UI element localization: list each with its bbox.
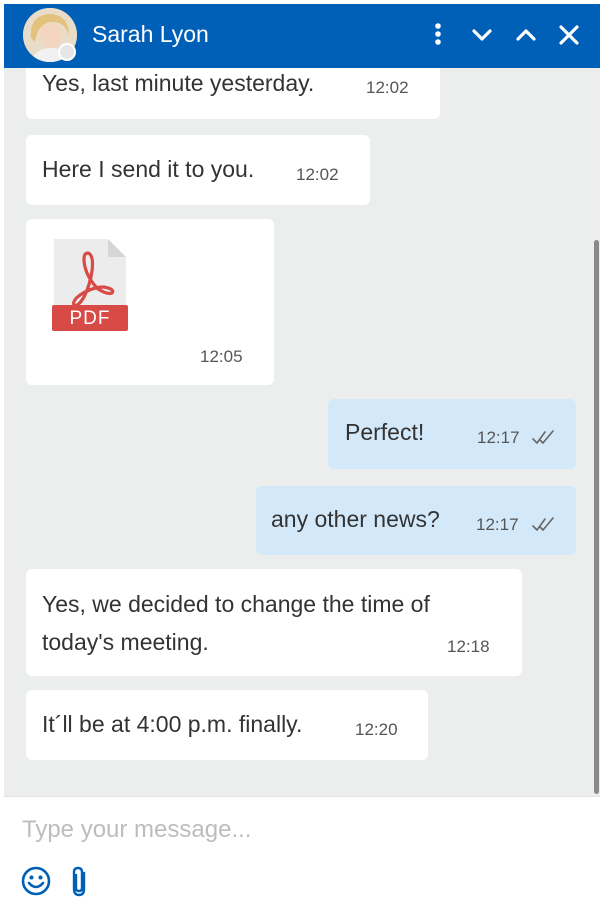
message-time: 12:02 [366, 78, 409, 97]
message-time: 12:18 [447, 637, 490, 656]
close-icon [559, 25, 579, 45]
message-time: 12:17 [477, 428, 520, 447]
message-text: Here I send it to you. [42, 156, 255, 182]
message-text: Perfect! [345, 419, 425, 445]
pdf-attachment[interactable]: PDF [52, 237, 128, 333]
message-text: Yes, we decided to change the time of to… [42, 591, 430, 655]
contact-name: Sarah Lyon [92, 21, 209, 47]
maximize-button[interactable] [510, 18, 542, 52]
message-time: 12:20 [355, 720, 398, 739]
close-button[interactable] [553, 18, 585, 52]
chat-widget: Sarah Lyon Yes, last minute yesterday. 1… [4, 4, 600, 916]
chevron-up-icon [516, 29, 536, 41]
chat-header: Sarah Lyon [4, 4, 600, 68]
paperclip-icon [72, 866, 86, 897]
more-vertical-icon [435, 23, 441, 45]
read-receipt-icon [532, 430, 554, 444]
emoji-button[interactable] [20, 865, 52, 902]
message-bubble-incoming: Yes, last minute yesterday. 12:02 [26, 68, 440, 119]
message-time: 12:17 [476, 515, 519, 534]
message-text: It´ll be at 4:00 p.m. finally. [42, 711, 303, 737]
message-bubble-incoming: PDF 12:05 [26, 219, 274, 385]
message-bubble-outgoing: any other news? 12:17 [256, 486, 576, 555]
scrollbar[interactable] [594, 240, 599, 794]
message-bubble-incoming: It´ll be at 4:00 p.m. finally. 12:20 [26, 690, 428, 760]
message-text: any other news? [271, 506, 440, 532]
message-bubble-incoming: Yes, we decided to change the time of to… [26, 569, 522, 676]
minimize-button[interactable] [466, 18, 498, 52]
message-list[interactable]: Yes, last minute yesterday. 12:02 Here I… [4, 68, 600, 796]
message-input[interactable] [20, 809, 584, 851]
message-time: 12:02 [296, 165, 339, 184]
chevron-down-icon [472, 29, 492, 41]
file-type-label: PDF [69, 308, 111, 329]
message-bubble-outgoing: Perfect! 12:17 [328, 399, 576, 469]
emoji-icon [21, 866, 51, 896]
more-options-button[interactable] [422, 18, 454, 52]
message-composer [4, 796, 600, 916]
attach-file-button[interactable] [68, 865, 92, 904]
message-time: 12:05 [200, 347, 243, 366]
read-receipt-icon [532, 517, 554, 531]
presence-status-dot [58, 43, 76, 61]
message-bubble-incoming: Here I send it to you. 12:02 [26, 135, 370, 205]
message-text: Yes, last minute yesterday. [42, 70, 315, 96]
